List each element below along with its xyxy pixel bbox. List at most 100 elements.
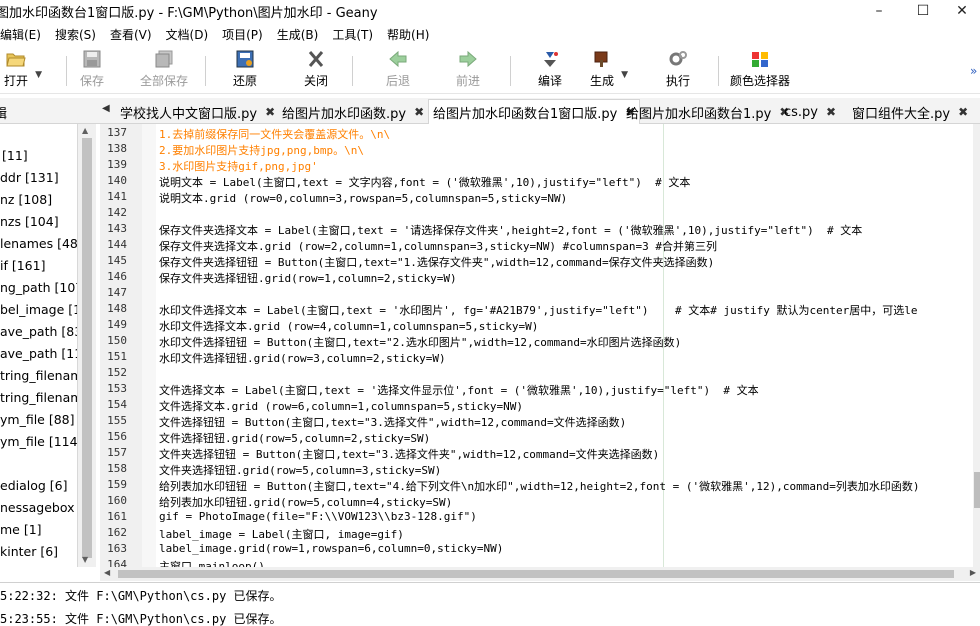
line-number: 147 xyxy=(107,286,127,299)
line-number: 140 xyxy=(107,174,127,187)
tab-label: 给图片加水印函数.py xyxy=(282,106,407,122)
code-line: 3.水印图片支持gif,png,jpg' xyxy=(159,160,318,173)
color-picker-button[interactable]: 颜色选择器 xyxy=(730,50,790,92)
symbol-item[interactable]: ave_path [113 xyxy=(0,346,77,361)
minimize-button[interactable]: – xyxy=(856,0,902,22)
editor-horizontal-scrollbar[interactable]: ◀ ▶ xyxy=(100,567,980,581)
forward-label: 前进 xyxy=(456,74,481,88)
line-number: 139 xyxy=(107,158,127,171)
tab-watermark-func[interactable]: 给图片加水印函数.py ✖ xyxy=(278,100,428,124)
line-number: 149 xyxy=(107,318,127,331)
menu-help[interactable]: 帮助(H) xyxy=(387,26,429,43)
editor-vscroll-thumb[interactable] xyxy=(974,472,980,508)
back-button[interactable]: 后退 xyxy=(386,50,410,92)
close-file-button[interactable]: 关闭 xyxy=(304,50,328,92)
maximize-button[interactable]: ☐ xyxy=(900,0,946,22)
build-dropdown-icon[interactable]: ▼ xyxy=(621,70,628,80)
open-dropdown-icon[interactable]: ▼ xyxy=(35,70,42,80)
code-line: 文件选择钮钮 = Button(主窗口,text="3.选择文件",width=… xyxy=(159,416,627,429)
save-all-button[interactable]: 全部保存 xyxy=(140,50,188,92)
symbol-item[interactable]: [11] xyxy=(2,148,28,163)
code-line: gif = PhotoImage(file="F:\\VOW123\\bz3-1… xyxy=(159,510,477,523)
menu-tools[interactable]: 工具(T) xyxy=(332,26,373,43)
arrow-left-icon xyxy=(388,50,408,68)
line-number: 161 xyxy=(107,510,127,523)
revert-button[interactable]: 还原 xyxy=(233,50,257,92)
code-line: 文件选择文本.grid (row=6,column=1,columnspan=5… xyxy=(159,400,524,413)
line-number: 154 xyxy=(107,398,127,411)
symbol-item[interactable]: lenames [48] xyxy=(0,236,77,251)
symbol-item[interactable]: ym_file [88] xyxy=(0,412,75,427)
line-number: 145 xyxy=(107,254,127,267)
revert-icon xyxy=(235,50,255,68)
symbol-item[interactable]: nessagebox [4 xyxy=(0,500,77,515)
toolbar-separator xyxy=(718,56,719,86)
save-button[interactable]: 保存 xyxy=(80,50,104,92)
close-tab-icon[interactable]: ✖ xyxy=(265,105,275,119)
tab-window-components[interactable]: 窗口组件大全.py ✖ xyxy=(848,100,972,124)
close-tab-icon[interactable]: ✖ xyxy=(414,105,424,119)
tab-watermark-func1[interactable]: 给图片加水印函数台1.py ✖ xyxy=(622,100,793,124)
sidebar-scroll-thumb[interactable] xyxy=(82,138,92,558)
menu-search[interactable]: 搜索(S) xyxy=(55,26,96,43)
symbol-item[interactable]: ng_path [107] xyxy=(0,280,77,295)
line-number: 163 xyxy=(107,542,127,555)
code-line: label_image = Label(主窗口, image=gif) xyxy=(159,528,404,541)
open-label: 打开 xyxy=(4,74,29,88)
menu-edit[interactable]: 编辑(E) xyxy=(0,26,41,43)
execute-button[interactable]: 执行 xyxy=(666,50,690,92)
message-panel: 5:22:32: 文件 F:\GM\Python\cs.py 已保存。 5:23… xyxy=(0,582,980,626)
symbol-item[interactable]: bel_image [16 xyxy=(0,302,77,317)
editor-vertical-scrollbar[interactable] xyxy=(973,124,980,567)
tab-bar-prefix: 辑 xyxy=(0,107,8,122)
close-tab-icon[interactable]: ✖ xyxy=(826,105,836,119)
symbol-item[interactable]: tring_filename xyxy=(0,368,77,383)
menu-document[interactable]: 文档(D) xyxy=(166,26,209,43)
compile-label: 编译 xyxy=(538,74,563,88)
tab-scroll-left-icon[interactable]: ◀ xyxy=(102,103,110,114)
symbol-item[interactable]: edialog [6] xyxy=(0,478,68,493)
line-number: 151 xyxy=(107,350,127,363)
tab-label: 窗口组件大全.py xyxy=(852,106,951,122)
menu-project[interactable]: 项目(P) xyxy=(222,26,263,43)
symbol-item[interactable]: ym_file [114] xyxy=(0,434,77,449)
symbol-item[interactable]: me [1] xyxy=(0,522,42,537)
symbol-item[interactable]: kinter [6] xyxy=(0,544,58,559)
close-window-button[interactable]: ✕ xyxy=(944,0,980,22)
save-all-label: 全部保存 xyxy=(140,74,189,88)
sidebar-scrollbar[interactable]: ▲ ▼ xyxy=(78,124,96,567)
tab-school-search[interactable]: 学校找人中文窗口版.py ✖ xyxy=(116,100,279,124)
scroll-left-icon[interactable]: ◀ xyxy=(104,568,110,577)
tab-bar: 辑 ◀ 学校找人中文窗口版.py ✖ 给图片加水印函数.py ✖ 给图片加水印函数台… xyxy=(0,98,980,124)
scroll-up-icon[interactable]: ▲ xyxy=(82,126,88,135)
build-label: 生成 xyxy=(590,74,615,88)
line-number: 141 xyxy=(107,190,127,203)
line-number: 160 xyxy=(107,494,127,507)
scroll-down-icon[interactable]: ▼ xyxy=(82,555,88,564)
open-button[interactable]: 打开 ▼ xyxy=(4,50,42,92)
arrow-right-icon xyxy=(458,50,478,68)
close-tab-icon[interactable]: ✖ xyxy=(958,105,968,119)
symbol-sidebar: [11] ddr [131] nz [108] nzs [104] lename… xyxy=(0,124,78,567)
compile-icon xyxy=(540,50,560,68)
build-button[interactable]: 生成 ▼ xyxy=(590,50,628,92)
menu-build[interactable]: 生成(B) xyxy=(277,26,319,43)
symbol-item[interactable]: nz [108] xyxy=(0,192,52,207)
symbol-item[interactable]: tring_filename xyxy=(0,390,77,405)
compile-button[interactable]: 编译 xyxy=(538,50,562,92)
symbol-item[interactable]: ave_path [83] xyxy=(0,324,77,339)
scroll-right-icon[interactable]: ▶ xyxy=(970,568,976,577)
code-editor[interactable]: 137 1.去掉前缀保存同一文件夹会覆盖源文件。\n\ 138 2.要加水印图片支持j… xyxy=(100,124,973,567)
window-title: 图加水印函数台1窗口版.py - F:\GM\Python\图片加水印 - Ge… xyxy=(0,6,378,21)
toolbar-overflow-button[interactable]: » xyxy=(970,64,977,78)
forward-button[interactable]: 前进 xyxy=(456,50,480,92)
editor-hscroll-thumb[interactable] xyxy=(118,570,954,578)
symbol-item[interactable]: ddr [131] xyxy=(0,170,59,185)
symbol-item[interactable]: if [161] xyxy=(0,258,45,273)
line-number: 152 xyxy=(107,366,127,379)
line-number: 164 xyxy=(107,558,127,567)
tab-cs[interactable]: cs.py ✖ xyxy=(780,100,840,124)
tab-watermark-func1-window[interactable]: 给图片加水印函数台1窗口版.py ✖ xyxy=(428,99,641,124)
symbol-item[interactable]: nzs [104] xyxy=(0,214,59,229)
menu-view[interactable]: 查看(V) xyxy=(110,26,152,43)
